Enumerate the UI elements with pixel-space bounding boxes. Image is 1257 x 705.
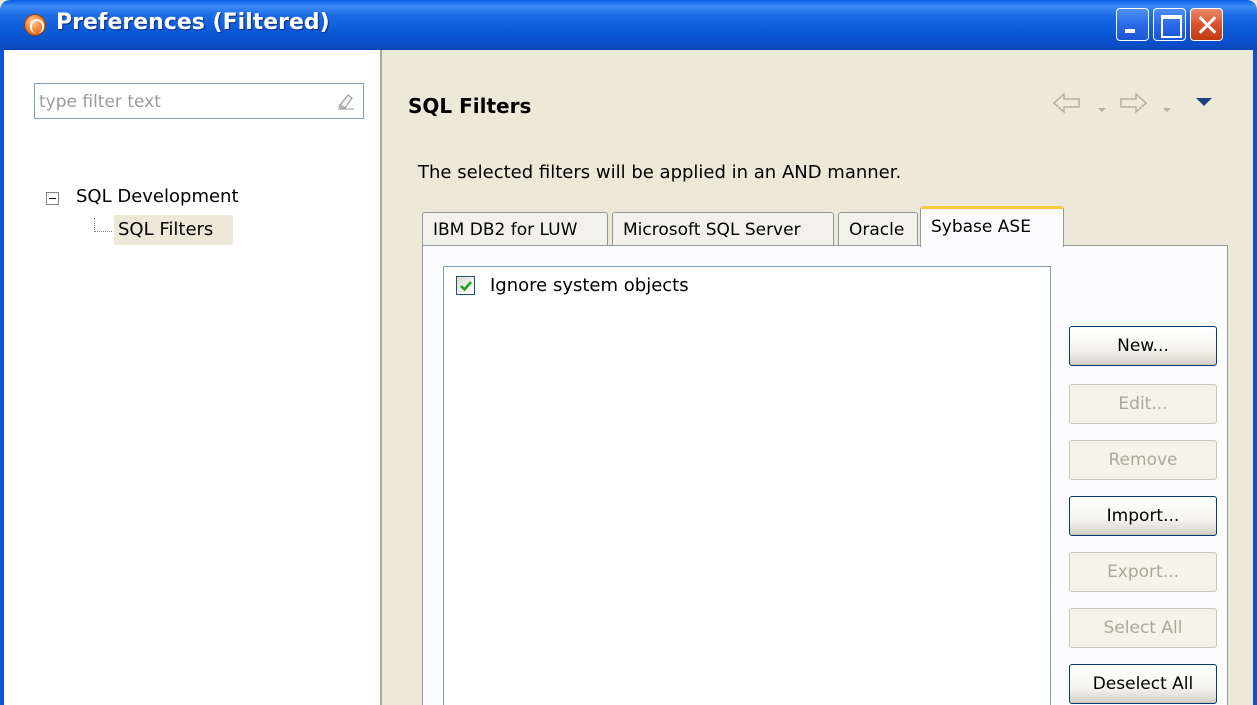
tab-oracle[interactable]: Oracle	[838, 212, 918, 246]
minimize-button[interactable]	[1116, 8, 1149, 41]
filter-list[interactable]: Ignore system objects	[443, 266, 1051, 705]
tab-panel: Ignore system objects New... Edit... Rem…	[422, 245, 1228, 705]
tree-item-label: SQL Filters	[118, 219, 214, 240]
page-title: SQL Filters	[408, 94, 532, 118]
tree-item-sql-filters[interactable]: SQL Filters	[114, 215, 233, 245]
select-all-button[interactable]: Select All	[1069, 608, 1217, 648]
tab-label: IBM DB2 for LUW	[433, 220, 578, 240]
import-button[interactable]: Import...	[1069, 496, 1217, 536]
edit-button[interactable]: Edit...	[1069, 384, 1217, 424]
page-description: The selected filters will be applied in …	[418, 162, 902, 183]
ignore-system-objects-checkbox[interactable]	[456, 276, 475, 295]
clear-filter-icon[interactable]	[337, 92, 355, 110]
list-item-label: Ignore system objects	[490, 275, 689, 296]
window-title: Preferences (Filtered)	[56, 10, 330, 35]
filter-box	[34, 83, 364, 119]
tree-item-sql-development[interactable]: SQL Development	[76, 186, 239, 207]
collapse-icon[interactable]	[46, 192, 59, 205]
remove-button[interactable]: Remove	[1069, 440, 1217, 480]
tab-sybase-ase[interactable]: Sybase ASE	[920, 206, 1064, 247]
tab-microsoft-sql-server[interactable]: Microsoft SQL Server	[612, 212, 834, 246]
app-icon	[24, 14, 46, 36]
tab-label: Sybase ASE	[931, 217, 1031, 237]
back-dropdown-icon[interactable]	[1097, 98, 1107, 119]
close-button[interactable]	[1190, 8, 1223, 41]
tab-label: Microsoft SQL Server	[623, 220, 801, 240]
forward-arrow-icon[interactable]	[1118, 92, 1148, 119]
preferences-tree-pane: SQL Development SQL Filters	[4, 50, 382, 705]
forward-dropdown-icon[interactable]	[1162, 98, 1172, 119]
back-arrow-icon[interactable]	[1052, 92, 1082, 119]
export-button[interactable]: Export...	[1069, 552, 1217, 592]
checkmark-icon	[460, 281, 472, 292]
view-menu-icon[interactable]	[1194, 94, 1214, 115]
maximize-button[interactable]	[1153, 8, 1186, 41]
title-bar[interactable]: Preferences (Filtered)	[0, 0, 1257, 50]
preference-page: SQL Filters The selected filters will be…	[384, 50, 1253, 705]
tree-connector	[94, 218, 112, 232]
tab-ibm-db2[interactable]: IBM DB2 for LUW	[422, 212, 608, 246]
tab-label: Oracle	[849, 220, 905, 240]
window-frame-right	[1253, 50, 1257, 705]
filter-input[interactable]	[39, 90, 329, 114]
new-button[interactable]: New...	[1069, 326, 1217, 366]
deselect-all-button[interactable]: Deselect All	[1069, 664, 1217, 704]
